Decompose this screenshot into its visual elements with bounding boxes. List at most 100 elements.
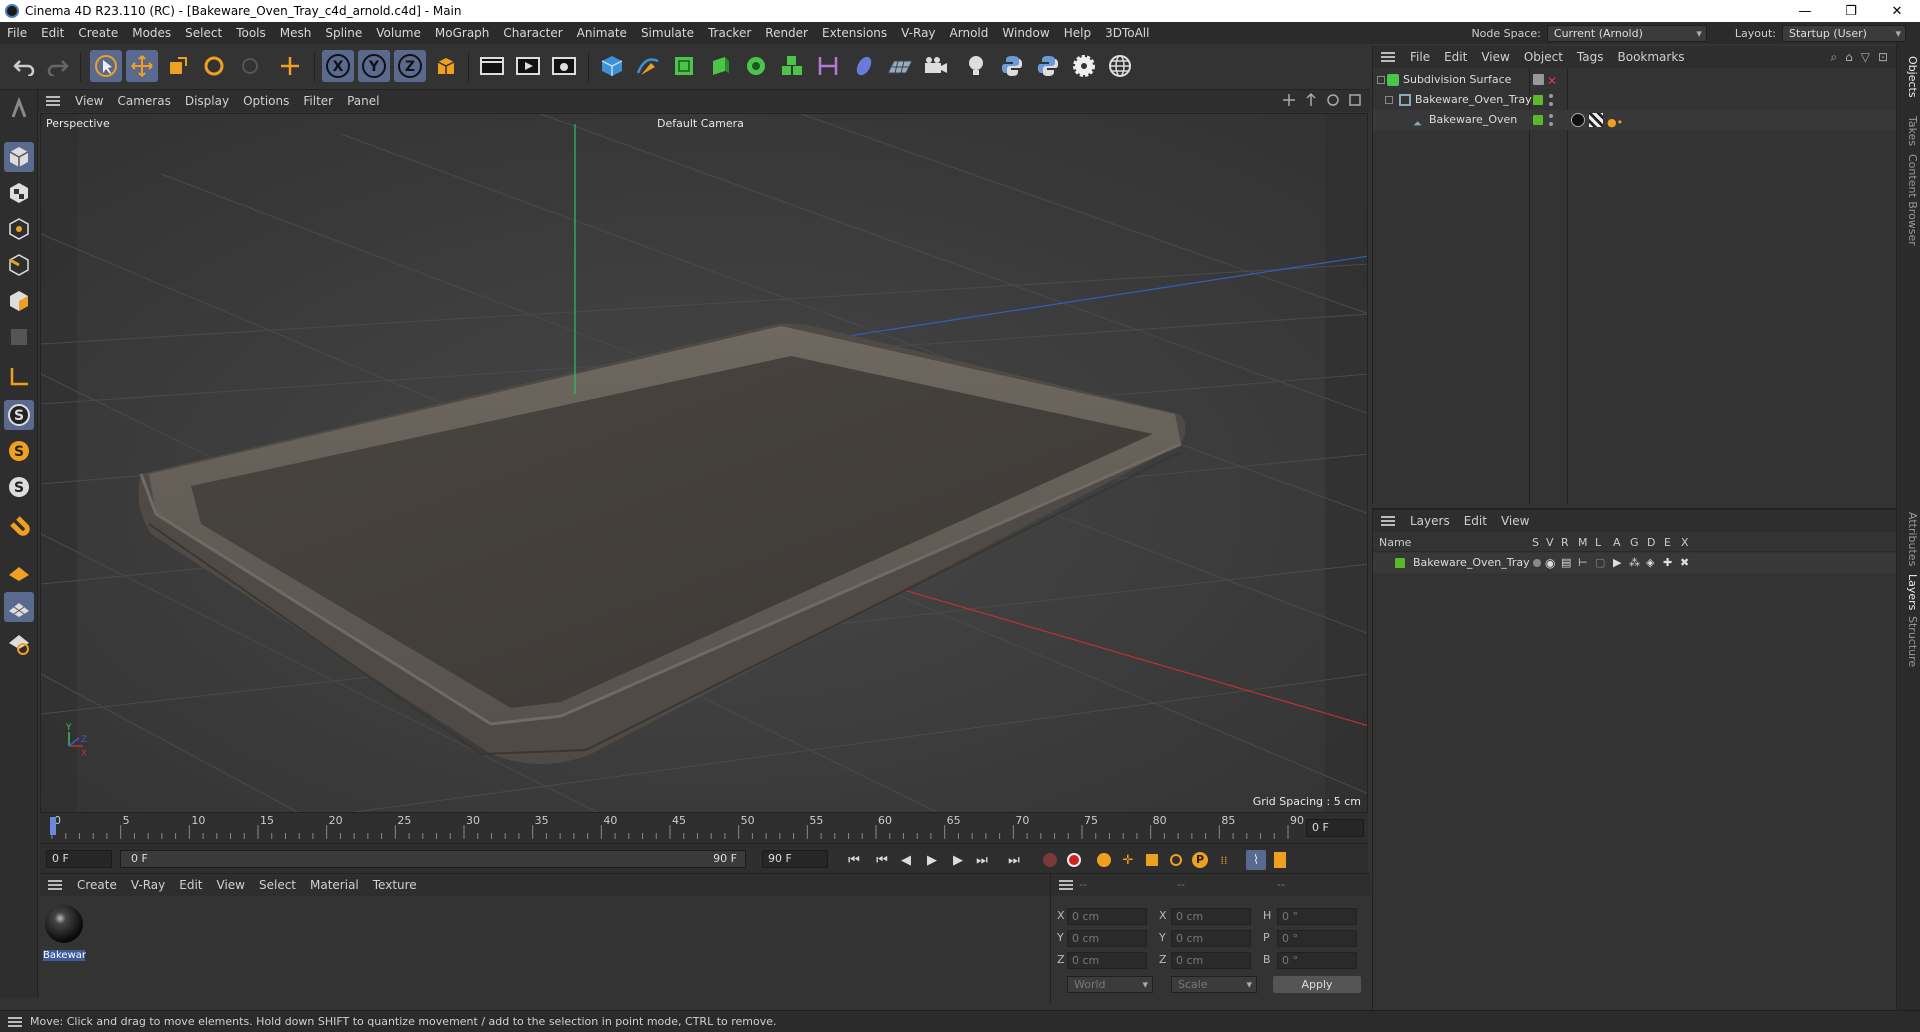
coordinate-space-dropdown[interactable]: World <box>1067 976 1153 993</box>
key-parameter-icon[interactable]: P <box>1190 850 1210 870</box>
render-to-picture-viewer-icon[interactable] <box>512 50 544 82</box>
menu-modes[interactable]: Modes <box>125 22 178 44</box>
make-editable-icon[interactable] <box>4 94 34 124</box>
menu-edit[interactable]: Edit <box>34 22 71 44</box>
menu-animate[interactable]: Animate <box>570 22 634 44</box>
viewport-pan-icon[interactable] <box>1282 93 1296 107</box>
floor-icon[interactable] <box>884 50 916 82</box>
menu-select[interactable]: Select <box>178 22 229 44</box>
menu-help[interactable]: Help <box>1057 22 1098 44</box>
menu-spline[interactable]: Spline <box>318 22 369 44</box>
next-frame-icon[interactable]: ▶ <box>948 850 968 870</box>
key-rotation-icon[interactable] <box>1166 850 1186 870</box>
key-position-icon[interactable]: ✛ <box>1118 850 1138 870</box>
layer-row[interactable]: Bakeware_Oven_Tray ◉ ▤ ⊢ ▢ ▶ ⁂ ◈ ✚ ✖ <box>1373 553 1897 573</box>
visibility-dot-icon[interactable] <box>1549 114 1553 118</box>
material-menu-vray[interactable]: V-Ray <box>124 878 172 892</box>
material-menu-view[interactable]: View <box>210 878 252 892</box>
tab-takes[interactable]: Takes <box>1899 116 1919 146</box>
scale-tool-icon[interactable] <box>162 50 194 82</box>
rotation-b-field[interactable]: 0 ° <box>1277 952 1357 969</box>
maximize-icon[interactable]: ❐ <box>1828 0 1874 22</box>
objects-search-icon[interactable]: ⌕ <box>1830 50 1837 65</box>
phong-tag-icon[interactable]: ●• <box>1607 113 1623 133</box>
z-axis-lock-icon[interactable]: Z <box>394 50 426 82</box>
mograph-cubes-icon[interactable] <box>776 50 808 82</box>
uv-mode-icon[interactable] <box>4 322 34 352</box>
objects-menu-bookmarks[interactable]: Bookmarks <box>1611 50 1692 64</box>
objects-new-window-icon[interactable]: ⊡ <box>1878 50 1888 65</box>
object-row[interactable]: Subdivision Surface ✕ <box>1373 70 1897 90</box>
tab-layers[interactable]: Layers <box>1899 574 1919 610</box>
material-menu-material[interactable]: Material <box>303 878 366 892</box>
start-frame-field[interactable]: 0 F <box>46 850 112 868</box>
edges-mode-icon[interactable] <box>4 250 34 280</box>
rotate-tool-icon[interactable] <box>198 50 230 82</box>
pen-spline-icon[interactable] <box>632 50 664 82</box>
frame-range-slider[interactable]: 0 F 90 F <box>120 850 746 868</box>
menu-3dtoall[interactable]: 3DToAll <box>1098 22 1156 44</box>
viewport-rotate-icon[interactable] <box>1326 93 1340 107</box>
3d-viewport[interactable]: Y Z X Perspective Default Camera Grid Sp… <box>40 113 1368 813</box>
layers-menu-icon[interactable] <box>1381 516 1395 526</box>
tab-content-browser[interactable]: Content Browser <box>1899 154 1919 246</box>
material-menu-icon[interactable] <box>48 880 62 890</box>
viewport-menu-view[interactable]: View <box>68 94 110 108</box>
timeline-settings-icon[interactable] <box>1270 850 1290 870</box>
timeline-ruler[interactable]: 0 5 10 15 20 25 30 35 40 45 50 55 60 65 70 75 80 85 90 0 F <box>40 813 1368 843</box>
viewport-maximize-icon[interactable] <box>1348 93 1362 107</box>
objects-menu-object[interactable]: Object <box>1517 50 1570 64</box>
record-disabled-icon[interactable] <box>1040 850 1060 870</box>
layer-solo-icon[interactable] <box>1533 559 1541 567</box>
layer-color-icon[interactable] <box>1395 558 1405 568</box>
edit-check-icon[interactable] <box>1533 74 1544 85</box>
tab-structure[interactable]: Structure <box>1899 616 1919 667</box>
camera-icon[interactable] <box>920 50 952 82</box>
position-y-field[interactable]: 0 cm <box>1067 930 1147 947</box>
viewport-zoom-icon[interactable] <box>1304 93 1318 107</box>
texture-mode-icon[interactable] <box>4 178 34 208</box>
layer-render-clapper-icon[interactable]: ▤ <box>1561 553 1571 573</box>
go-to-end-icon[interactable]: ⏭ <box>1004 850 1024 870</box>
size-x-field[interactable]: 0 cm <box>1171 908 1251 925</box>
material-menu-texture[interactable]: Texture <box>366 878 424 892</box>
coordinates-menu-icon[interactable] <box>1059 880 1073 890</box>
objects-home-icon[interactable]: ⌂ <box>1845 50 1853 65</box>
cloner-icon[interactable] <box>740 50 772 82</box>
material-tag-icon[interactable] <box>1571 113 1585 127</box>
autokey-icon[interactable] <box>1064 850 1084 870</box>
subdivision-surface-icon[interactable] <box>668 50 700 82</box>
workplane-icon[interactable] <box>4 556 34 586</box>
rotation-h-field[interactable]: 0 ° <box>1277 908 1357 925</box>
camera-label[interactable]: Default Camera <box>657 117 744 130</box>
viewport-menu-icon[interactable] <box>46 96 60 106</box>
apply-button[interactable]: Apply <box>1273 976 1361 993</box>
viewport-menu-panel[interactable]: Panel <box>340 94 386 108</box>
model-mode-icon[interactable] <box>4 142 34 172</box>
menu-mograph[interactable]: MoGraph <box>428 22 497 44</box>
collapse-toggle-icon[interactable] <box>1385 96 1393 104</box>
coordinate-system-icon[interactable] <box>274 50 306 82</box>
layer-animation-icon[interactable]: ▶ <box>1613 553 1621 573</box>
render-settings-icon[interactable] <box>548 50 580 82</box>
menu-vray[interactable]: V-Ray <box>894 22 942 44</box>
move-tool-icon[interactable] <box>126 50 158 82</box>
render-view-icon[interactable] <box>476 50 508 82</box>
previous-frame-icon[interactable]: ◀ <box>896 850 916 870</box>
menu-tracker[interactable]: Tracker <box>701 22 758 44</box>
layout-dropdown[interactable]: Startup (User) <box>1782 24 1906 42</box>
python-script-2-icon[interactable] <box>1032 50 1064 82</box>
render-dot-icon[interactable] <box>1549 102 1553 106</box>
objects-menu-icon[interactable] <box>1381 52 1395 62</box>
object-row[interactable]: Bakeware_Oven_Tray <box>1373 90 1897 110</box>
live-selection-icon[interactable] <box>90 50 122 82</box>
material-menu-create[interactable]: Create <box>70 878 124 892</box>
layers-menu-edit[interactable]: Edit <box>1457 514 1494 528</box>
material-menu-edit[interactable]: Edit <box>172 878 209 892</box>
layer-generators-icon[interactable]: ⁂ <box>1629 553 1640 573</box>
layer-deformers-icon[interactable]: ◈ <box>1646 553 1654 573</box>
collapse-toggle-icon[interactable] <box>1377 76 1385 84</box>
next-key-icon[interactable]: ⏭ <box>972 850 992 870</box>
motion-path-icon[interactable]: ⌇ <box>1246 850 1266 870</box>
menu-extensions[interactable]: Extensions <box>815 22 894 44</box>
